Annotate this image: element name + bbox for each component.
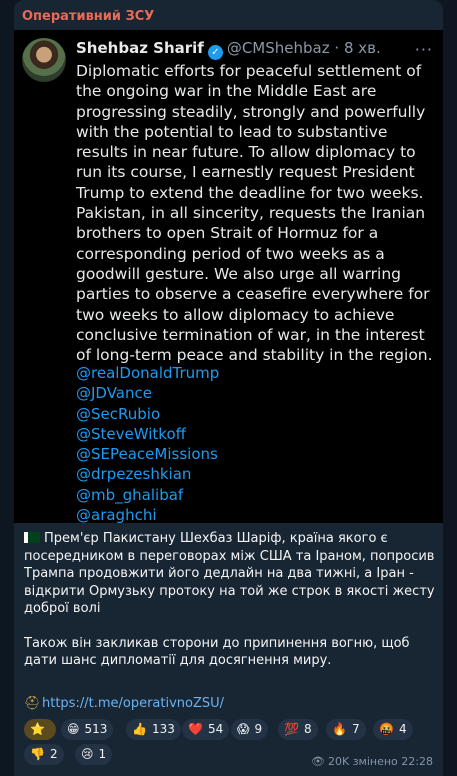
verified-badge-icon: ✓ (207, 45, 223, 60)
view-count: 20K (327, 755, 350, 768)
scream-emoji-icon: 😱 (237, 722, 250, 736)
mention: @mb_ghalibaf (76, 485, 184, 504)
mention: @SteveWitkoff (76, 424, 186, 443)
channel-link-row: ⛑https://t.me/operativnoZSU/ (24, 696, 224, 711)
message-bubble: Оперативний ЗСУ Shehbaz Sharif ✓ @CMShehba… (14, 0, 443, 776)
hundred-icon: 💯 (284, 722, 299, 736)
author-handle: @CMShehbaz (226, 39, 330, 57)
mention: @SEPeaceMissions (76, 445, 218, 464)
reaction-100[interactable]: 💯 8 (278, 719, 318, 740)
fire-icon: 🔥 (332, 722, 347, 736)
edited-label: змінено (352, 755, 398, 768)
military-helmet-icon: ⛑ (24, 696, 41, 711)
caption-paragraph-1: Прем'єр Пакистану Шехбаз Шаріф, країна я… (24, 531, 435, 616)
mention: @SecRubio (76, 404, 161, 423)
grin-emoji-icon: 😁 (67, 722, 80, 736)
reaction-fire[interactable]: 🔥 7 (326, 719, 366, 740)
tweet-screenshot[interactable]: Shehbaz Sharif ✓ @CMShehbaz · 8 хв. ··· Di… (14, 30, 443, 525)
message-time: 22:28 (401, 755, 433, 768)
tweet-text: Diplomatic efforts for peaceful settleme… (76, 62, 433, 365)
mention: @JDVance (76, 384, 152, 403)
author-name: Shehbaz Sharif (76, 39, 204, 57)
crying-face-icon: 😢 (81, 747, 94, 761)
mention: @realDonaldTrump (76, 364, 220, 382)
reaction-angry[interactable]: 🤬 4 (373, 719, 413, 740)
pakistan-flag-icon (24, 532, 40, 543)
avatar (22, 38, 66, 82)
more-icon: ··· (414, 40, 433, 59)
tweet-header: Shehbaz Sharif ✓ @CMShehbaz · 8 хв. (76, 39, 381, 60)
caption-paragraph-2: Також він закликав сторони до припинення… (24, 635, 410, 669)
channel-name[interactable]: Оперативний ЗСУ (22, 9, 154, 24)
reaction-heart[interactable]: ❤️ 54 (182, 719, 230, 740)
thumbs-up-icon: 👍 (132, 722, 147, 736)
eye-icon: 👁 (311, 755, 325, 768)
mention: @araghchi (76, 506, 157, 525)
star-icon: ⭐ (30, 722, 45, 736)
message-meta: 👁 20K змінено 22:28 (311, 755, 433, 768)
reaction-thumbs-down[interactable]: 👎 2 (24, 744, 64, 765)
channel-link[interactable]: https://t.me/operativnoZSU/ (42, 696, 224, 711)
thumbs-down-icon: 👎 (30, 747, 45, 761)
angry-face-icon: 🤬 (379, 722, 394, 736)
reaction-thumbs-up[interactable]: 👍 133 (126, 719, 181, 740)
reaction-grin[interactable]: 😁 513 (61, 719, 114, 740)
tweet-time: 8 хв. (343, 39, 381, 57)
reaction-star[interactable]: ⭐ (24, 719, 56, 740)
heart-icon: ❤️ (188, 722, 203, 736)
mentions-list: @realDonaldTrump @JDVance @SecRubio @Ste… (76, 363, 438, 525)
message-caption: Прем'єр Пакистану Шехбаз Шаріф, країна я… (24, 530, 436, 670)
reaction-scream[interactable]: 😱 9 (231, 719, 269, 740)
separator: · (334, 39, 340, 57)
mention: @drpezeshkian (76, 465, 192, 484)
reaction-cry[interactable]: 😢 1 (75, 744, 113, 765)
